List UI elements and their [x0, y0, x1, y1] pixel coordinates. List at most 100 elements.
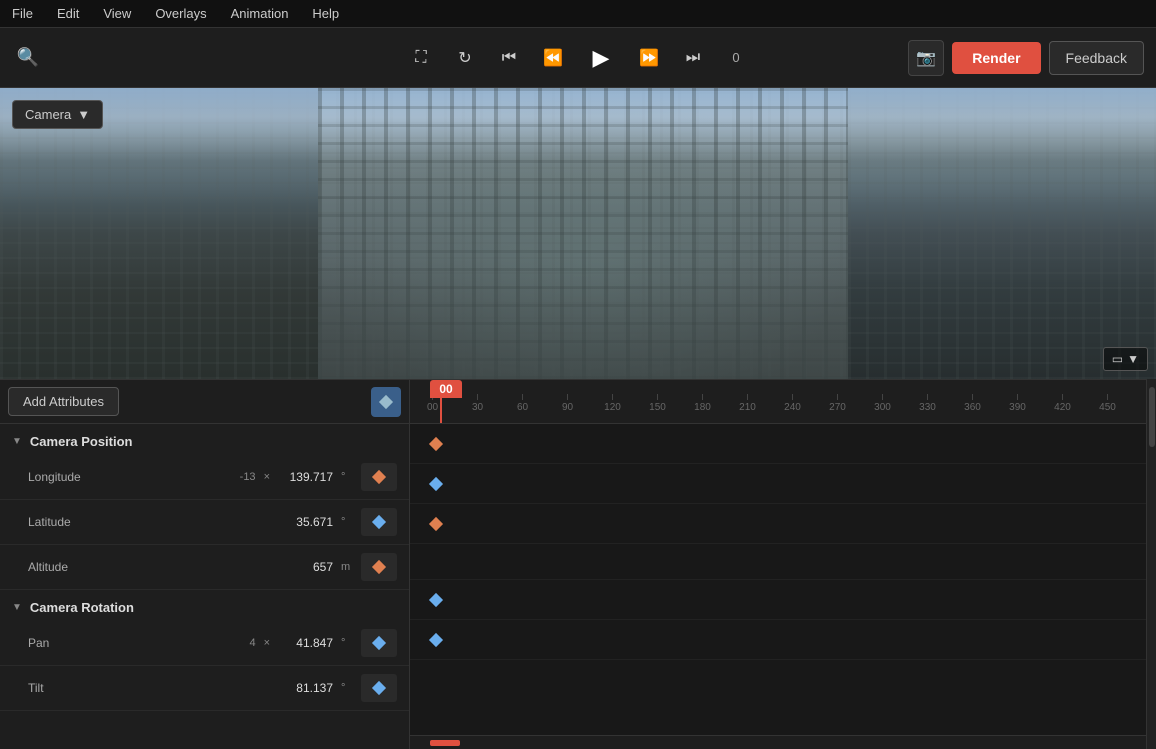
screen-frame-button[interactable]: ▭ ▼ [1103, 347, 1148, 371]
step-back-icon: ⏪ [543, 48, 563, 68]
skip-start-button[interactable]: ⏮ [493, 42, 525, 74]
toolbar-right: 📷 Render Feedback [865, 40, 1144, 76]
render-button[interactable]: Render [952, 42, 1040, 74]
pan-track [361, 629, 397, 657]
dropdown-chevron-icon: ▼ [77, 107, 90, 122]
tick-line [612, 394, 613, 400]
search-button[interactable]: 🔍 [12, 42, 44, 74]
toolbar-left: 🔍 [12, 42, 291, 74]
camera-position-label: Camera Position [30, 434, 133, 449]
altitude-track [361, 553, 397, 581]
tilt-keyframe-marker[interactable] [429, 633, 443, 647]
menu-help[interactable]: Help [308, 4, 343, 23]
skip-start-icon: ⏮ [502, 49, 516, 67]
bottom-section: Add Attributes ▼ Camera Position Longitu… [0, 379, 1156, 749]
latitude-keyframe-marker[interactable] [429, 477, 443, 491]
camera-rotation-section-header[interactable]: ▼ Camera Rotation [0, 590, 409, 621]
pan-row: Pan 4 × 41.847 ° [0, 621, 409, 666]
camera-icon: 📷 [916, 48, 936, 68]
timeline-ruler[interactable]: 00 0030609012015018021024027030033036039… [410, 380, 1146, 424]
longitude-track-row [410, 424, 1146, 464]
step-back-button[interactable]: ⏪ [537, 42, 569, 74]
ruler-tick-330: 330 [905, 394, 950, 413]
tick-line [792, 394, 793, 400]
tick-line [657, 394, 658, 400]
frame-counter: 0 [721, 50, 751, 65]
play-icon: ▶ [593, 45, 610, 71]
loop-icon: ↻ [458, 48, 471, 68]
camera-dropdown[interactable]: Camera ▼ [12, 100, 103, 129]
altitude-keyframe-marker[interactable] [429, 517, 443, 531]
keyframe-nav-button[interactable] [371, 387, 401, 417]
latitude-value[interactable]: 35.671 [278, 515, 333, 529]
camera-rotation-label: Camera Rotation [30, 600, 134, 615]
timeline-scrollbar[interactable] [1146, 379, 1156, 749]
ruler-tick-420: 420 [1040, 394, 1085, 413]
transport-controls: ⛶ ↻ ⏮ ⏪ ▶ ⏩ ⏭ 0 [299, 38, 857, 78]
ruler-tick-60: 60 [500, 394, 545, 413]
menu-bar: File Edit View Overlays Animation Help [0, 0, 1156, 28]
longitude-unit: ° [341, 471, 353, 483]
right-dark-area: ▭ ▼ [848, 88, 1156, 379]
main-area: Camera ▼ ▭ [0, 88, 1156, 749]
fullscreen-button[interactable]: ⛶ [405, 42, 437, 74]
menu-animation[interactable]: Animation [227, 4, 293, 23]
menu-overlays[interactable]: Overlays [151, 4, 210, 23]
skip-end-icon: ⏭ [686, 49, 700, 67]
tick-line [1017, 394, 1018, 400]
fullscreen-icon: ⛶ [415, 49, 426, 67]
attr-toolbar: Add Attributes [0, 380, 409, 424]
camera-position-section-header[interactable]: ▼ Camera Position [0, 424, 409, 455]
latitude-label: Latitude [28, 515, 234, 529]
feedback-button[interactable]: Feedback [1049, 41, 1144, 75]
ruler-tick-300: 300 [860, 394, 905, 413]
tick-line [522, 394, 523, 400]
pan-multiplier: 4 [236, 637, 256, 649]
collapse-rotation-icon: ▼ [12, 602, 22, 613]
add-attributes-button[interactable]: Add Attributes [8, 387, 119, 416]
menu-file[interactable]: File [8, 4, 37, 23]
longitude-track [361, 463, 397, 491]
ruler-tick-210: 210 [725, 394, 770, 413]
time-progress-indicator [430, 740, 460, 746]
scrollbar-thumb[interactable] [1149, 387, 1155, 447]
longitude-keyframe-marker[interactable] [429, 437, 443, 451]
ruler-ticks: 0030609012015018021024027030033036039042… [410, 394, 1146, 419]
latitude-keyframe-diamond [372, 515, 386, 529]
skip-end-button[interactable]: ⏭ [677, 42, 709, 74]
tick-line [882, 394, 883, 400]
tilt-keyframe-diamond [372, 681, 386, 695]
menu-edit[interactable]: Edit [53, 4, 83, 23]
pan-value[interactable]: 41.847 [278, 636, 333, 650]
ruler-tick-120: 120 [590, 394, 635, 413]
ruler-tick-90: 90 [545, 394, 590, 413]
ruler-tick-390: 390 [995, 394, 1040, 413]
camera-label: Camera [25, 107, 71, 122]
tick-line [702, 394, 703, 400]
pan-unit: ° [341, 637, 353, 649]
play-button[interactable]: ▶ [581, 38, 621, 78]
longitude-mult-sym: × [264, 471, 270, 483]
ruler-tick-450: 450 [1085, 394, 1130, 413]
step-forward-button[interactable]: ⏩ [633, 42, 665, 74]
altitude-track-row [410, 504, 1146, 544]
pan-keyframe-marker[interactable] [429, 593, 443, 607]
collapse-icon: ▼ [12, 436, 22, 447]
tilt-value[interactable]: 81.137 [278, 681, 333, 695]
timeline-playhead[interactable]: 00 [430, 380, 462, 398]
menu-view[interactable]: View [99, 4, 135, 23]
longitude-multiplier: -13 [236, 471, 256, 483]
screen-frame-icon: ▭ [1112, 352, 1123, 366]
loop-button[interactable]: ↻ [449, 42, 481, 74]
screenshot-button[interactable]: 📷 [908, 40, 944, 76]
longitude-label: Longitude [28, 470, 228, 484]
tick-line [747, 394, 748, 400]
viewport-area: Camera ▼ ▭ [0, 88, 1156, 379]
altitude-value[interactable]: 657 [278, 560, 333, 574]
left-dark-area: Camera ▼ [0, 88, 318, 379]
longitude-value[interactable]: 139.717 [278, 470, 333, 484]
tick-line [477, 394, 478, 400]
toolbar: 🔍 ⛶ ↻ ⏮ ⏪ ▶ ⏩ ⏭ 0 📷 Render Feedback [0, 28, 1156, 88]
latitude-row: Latitude 35.671 ° [0, 500, 409, 545]
center-viewport [318, 88, 848, 379]
